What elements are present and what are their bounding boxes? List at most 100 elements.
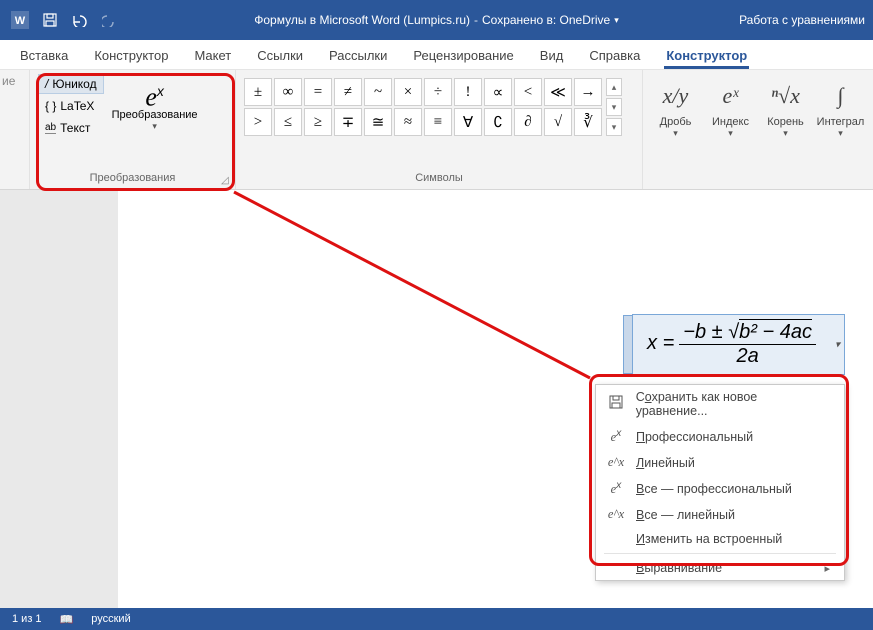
- symbol-button[interactable]: √: [544, 108, 572, 136]
- symbol-button[interactable]: ∝: [484, 78, 512, 106]
- symbol-button[interactable]: ≈: [394, 108, 422, 136]
- tab-references[interactable]: Ссылки: [255, 44, 305, 69]
- symbol-button[interactable]: ±: [244, 78, 272, 106]
- tab-view[interactable]: Вид: [538, 44, 566, 69]
- undo-button[interactable]: [68, 8, 92, 32]
- structure-icon: eˣ: [706, 76, 755, 116]
- equation-options-button[interactable]: ▾: [835, 339, 840, 350]
- symbol-button[interactable]: ∂: [514, 108, 542, 136]
- symbol-button[interactable]: ∛: [574, 108, 602, 136]
- symbol-button[interactable]: ∓: [334, 108, 362, 136]
- menu-label: Изменить на встроенный: [636, 532, 782, 546]
- symbol-button[interactable]: ≥: [304, 108, 332, 136]
- symbol-button[interactable]: ≅: [364, 108, 392, 136]
- menu-label: Выравнивание: [636, 561, 722, 575]
- window-title: Формулы в Microsoft Word (Lumpics.ru) - …: [254, 13, 619, 27]
- slash-icon: /: [45, 77, 48, 91]
- doc-title: Формулы в Microsoft Word (Lumpics.ru): [254, 13, 470, 27]
- symbol-button[interactable]: ∀: [454, 108, 482, 136]
- symbols-more[interactable]: ▴ ▾ ▾: [606, 78, 622, 169]
- proofing-icon[interactable]: 📖: [60, 613, 74, 626]
- unicode-button[interactable]: / Юникод: [38, 74, 104, 94]
- structure-индекс[interactable]: eˣИндекс▾: [706, 76, 755, 169]
- symbol-button[interactable]: ≪: [544, 78, 572, 106]
- structure-icon: x/y: [651, 76, 700, 116]
- symbol-button[interactable]: →: [574, 78, 602, 106]
- tab-layout[interactable]: Макет: [192, 44, 233, 69]
- symbol-button[interactable]: !: [454, 78, 482, 106]
- equation-lhs: x =: [647, 332, 674, 354]
- convert-button[interactable]: ex Преобразование ▾: [110, 74, 200, 169]
- word-logo-icon: W: [8, 8, 32, 32]
- chevron-down-icon: ▾: [761, 128, 810, 139]
- latex-button[interactable]: { } LaTeX: [38, 96, 104, 116]
- ribbon-group-symbols: ±∞=≠~×÷!∝<≪→ >≤≥∓≅≈≡∀∁∂√∛ ▴ ▾ ▾ Символы: [236, 70, 643, 189]
- menu-icon: e^x: [606, 455, 626, 470]
- expand-icon: ▾: [606, 118, 622, 136]
- menu-item[interactable]: exПрофессиональный: [596, 423, 844, 450]
- menu-item[interactable]: e^x Все — линейный: [596, 502, 844, 527]
- text-button[interactable]: ab Текст: [38, 118, 104, 138]
- braces-icon: { }: [45, 99, 56, 113]
- symbol-button[interactable]: ∁: [484, 108, 512, 136]
- quick-access-toolbar: W: [8, 8, 122, 32]
- document-area: x = −b ± √b² − 4ac 2a ▾ Сохранить как но…: [0, 190, 873, 610]
- symbol-button[interactable]: ≤: [274, 108, 302, 136]
- symbol-button[interactable]: <: [514, 78, 542, 106]
- chevron-down-icon: ▾: [651, 128, 700, 139]
- equation-fraction: −b ± √b² − 4ac 2a: [679, 321, 816, 368]
- symbol-button[interactable]: ≠: [334, 78, 362, 106]
- chevron-down-icon: ▾: [706, 128, 755, 139]
- page[interactable]: x = −b ± √b² − 4ac 2a ▾ Сохранить как но…: [118, 190, 873, 610]
- saved-location[interactable]: Сохранено в: OneDrive: [482, 13, 610, 27]
- equation-object[interactable]: x = −b ± √b² − 4ac 2a ▾: [632, 314, 845, 375]
- symbol-button[interactable]: ∞: [274, 78, 302, 106]
- redo-button[interactable]: [98, 8, 122, 32]
- left-gutter: [0, 190, 118, 610]
- save-icon[interactable]: [38, 8, 62, 32]
- tab-help[interactable]: Справка: [587, 44, 642, 69]
- symbol-button[interactable]: ~: [364, 78, 392, 106]
- group-label-conversions: Преобразования: [38, 169, 227, 187]
- equation-numerator: −b ± √b² − 4ac: [679, 321, 816, 344]
- chevron-down-icon[interactable]: ▾: [614, 15, 619, 26]
- menu-item[interactable]: Изменить на встроенный: [596, 527, 844, 551]
- menu-item[interactable]: Сохранить как новое уравнение...: [596, 385, 844, 423]
- menu-label: Профессиональный: [636, 430, 753, 444]
- tab-design[interactable]: Конструктор: [92, 44, 170, 69]
- menu-item[interactable]: Выравнивание: [596, 556, 844, 580]
- menu-label: Все — профессиональный: [636, 482, 792, 496]
- structure-интеграл[interactable]: ∫Интеграл▾: [816, 76, 865, 169]
- ribbon-tabs: Вставка Конструктор Макет Ссылки Рассылк…: [0, 40, 873, 70]
- chevron-down-icon: ▾: [110, 121, 200, 132]
- menu-item[interactable]: exВсе — профессиональный: [596, 475, 844, 502]
- tab-insert[interactable]: Вставка: [18, 44, 70, 69]
- menu-label: Все — линейный: [636, 508, 735, 522]
- chevron-up-icon: ▴: [606, 78, 622, 96]
- page-indicator[interactable]: 1 из 1: [12, 613, 42, 625]
- symbol-button[interactable]: ×: [394, 78, 422, 106]
- menu-item[interactable]: e^x Линейный: [596, 450, 844, 475]
- symbol-button[interactable]: >: [244, 108, 272, 136]
- structure-дробь[interactable]: x/yДробь▾: [651, 76, 700, 169]
- equation-grip[interactable]: [623, 315, 633, 374]
- chevron-down-icon: ▾: [606, 98, 622, 116]
- tab-equation-design[interactable]: Конструктор: [664, 44, 749, 69]
- symbol-button[interactable]: =: [304, 78, 332, 106]
- menu-icon: e^x: [606, 507, 626, 522]
- dialog-launcher-icon[interactable]: ◿: [221, 175, 233, 187]
- tab-mailings[interactable]: Рассылки: [327, 44, 389, 69]
- menu-label: Линейный: [636, 456, 695, 470]
- ribbon-group-clipped: ие: [0, 70, 30, 189]
- ribbon-group-structures: x/yДробь▾eˣИндекс▾ⁿ√xКорень▾∫Интеграл▾: [643, 70, 873, 189]
- structure-корень[interactable]: ⁿ√xКорень▾: [761, 76, 810, 169]
- symbol-button[interactable]: ÷: [424, 78, 452, 106]
- ex-icon: ex: [110, 80, 200, 109]
- text-icon: ab: [45, 122, 56, 134]
- symbol-button[interactable]: ≡: [424, 108, 452, 136]
- language-indicator[interactable]: русский: [91, 613, 130, 625]
- statusbar: 1 из 1 📖 русский: [0, 608, 873, 630]
- tab-review[interactable]: Рецензирование: [411, 44, 515, 69]
- equation-context-menu: Сохранить как новое уравнение...exПрофес…: [595, 384, 845, 581]
- context-tab-label: Работа с уравнениями: [739, 13, 865, 27]
